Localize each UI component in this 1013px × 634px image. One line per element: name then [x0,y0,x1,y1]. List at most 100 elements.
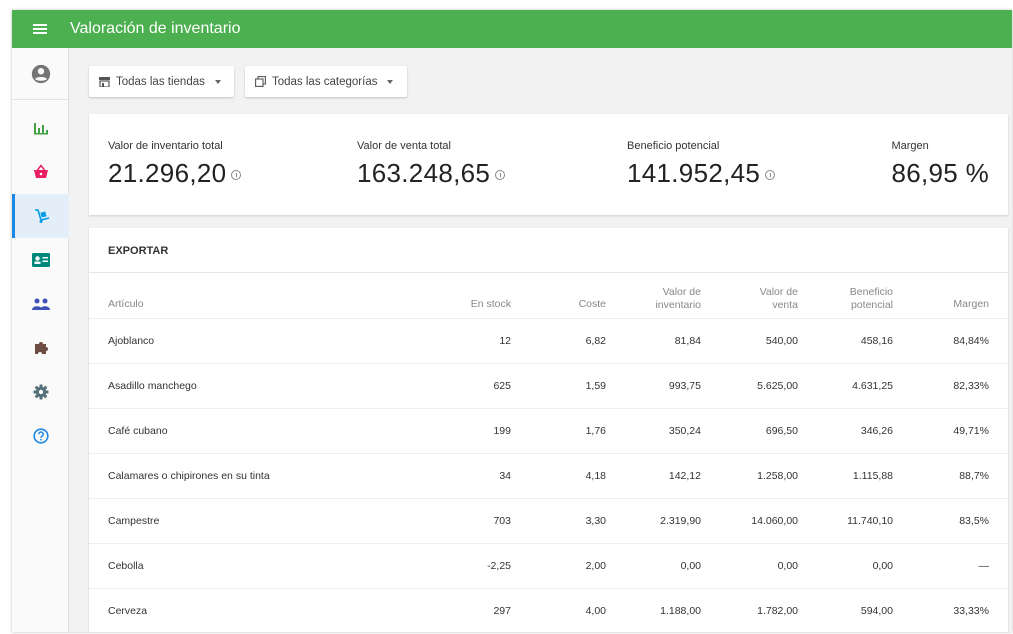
sidebar-item-settings[interactable] [12,370,69,414]
margin-total: 86,95 % [891,158,989,188]
table-row[interactable]: Asadillo manchego 625 1,59 993,75 5.625,00 4.… [89,363,1008,408]
sidebar-item-account[interactable] [12,48,69,100]
sidebar-item-reports[interactable] [12,106,69,150]
header-profit[interactable]: Beneficio potencial [809,286,893,312]
cell-profit: 346,26 [860,425,893,437]
inventory-value-stat: Valor de inventario total 21.296,20 [108,140,242,189]
profit-label: Beneficio potencial [627,140,720,152]
cell-margin: 83,5% [959,515,989,527]
cell-item-name: Campestre [108,515,160,527]
cell-item-name: Asadillo manchego [108,380,197,392]
cell-stock: 625 [493,380,511,392]
sale-value-total: 163.248,65 [357,158,491,188]
header-sale-value-line2: venta [772,299,798,311]
profit-total: 141.952,45 [627,158,761,188]
sidebar-item-inventory[interactable] [12,194,69,238]
cell-margin: 84,84% [953,335,989,347]
cell-cost: 2,00 [585,560,606,572]
dolly-inventory-icon [35,209,50,223]
margin-label: Margen [891,140,929,152]
export-button[interactable]: EXPORTAR [108,245,168,257]
shopping-basket-icon [33,164,48,178]
cell-inventory-value: 0,00 [680,560,701,572]
copy-categories-icon [255,76,266,87]
header-item[interactable]: Artículo [108,298,144,311]
table-row[interactable]: Campestre 703 3,30 2.319,90 14.060,00 11.740,… [89,498,1008,543]
header-inventory-value-line1: Valor de [662,286,701,298]
store-filter-label: Todas las tiendas [116,75,205,88]
header-stock[interactable]: En stock [449,298,511,311]
chevron-down-icon [214,79,221,84]
cell-item-name: Cebolla [108,560,144,572]
info-icon[interactable] [765,169,776,180]
sidebar-item-help[interactable] [12,414,69,458]
cell-margin: — [978,560,990,572]
cell-margin: 82,33% [953,380,989,392]
table-row[interactable]: Café cubano 199 1,76 350,24 696,50 346,26 49,7… [89,408,1008,453]
cell-margin: 49,71% [953,425,989,437]
cell-inventory-value: 142,12 [668,470,701,482]
cell-stock: -2,25 [487,560,511,572]
cell-sale-value: 14.060,00 [751,515,798,527]
cell-margin: 33,33% [953,605,989,617]
inventory-value-label: Valor de inventario total [108,140,223,152]
cell-profit: 594,00 [860,605,893,617]
chevron-down-icon [387,79,394,84]
help-circle-icon [32,428,49,444]
table-row[interactable]: Cerveza 297 4,00 1.188,00 1.782,00 594,00 33,3… [89,588,1008,632]
table-row[interactable]: Cebolla -2,25 2,00 0,00 0,00 0,00 — [89,543,1008,588]
cell-item-name: Ajoblanco [108,335,155,347]
hamburger-menu-icon [33,24,47,34]
bar-chart-icon [33,123,48,135]
cell-sale-value: 5.625,00 [757,380,798,392]
cell-sale-value: 1.782,00 [757,605,798,617]
cell-sale-value: 1.258,00 [757,470,798,482]
header-cost[interactable]: Coste [549,298,606,311]
table-row[interactable]: Ajoblanco 12 6,82 81,84 540,00 458,16 84,84% [89,318,1008,363]
sidebar-item-integrations[interactable] [12,326,69,370]
account-circle-icon [31,64,50,83]
info-icon[interactable] [495,169,506,180]
id-card-icon [31,253,50,267]
cell-cost: 1,59 [585,380,606,392]
summary-card: Valor de inventario total 21.296,20 Valo… [89,114,1008,215]
cell-margin: 88,7% [959,470,989,482]
cell-profit: 1.115,88 [852,470,893,482]
cell-inventory-value: 993,75 [668,380,701,392]
header-inventory-value-line2: inventario [655,299,701,311]
puzzle-icon [34,342,48,354]
cell-inventory-value: 1.188,00 [660,605,701,617]
cell-inventory-value: 350,24 [668,425,701,437]
sidebar-item-sales[interactable] [12,150,69,194]
header-margin[interactable]: Margen [909,298,989,311]
cell-item-name: Calamares o chipirones en su tinta [108,470,270,482]
page-title: Valoración de inventario [70,20,241,37]
sidebar-item-customers[interactable] [12,238,69,282]
header-profit-line1: Beneficio [849,286,893,298]
app-window: Valoración de inventario Todas las tiend… [12,10,1012,632]
cell-cost: 1,76 [585,425,606,437]
gear-icon [33,384,48,400]
info-icon[interactable] [231,169,242,180]
cell-profit: 0,00 [872,560,893,572]
cell-profit: 458,16 [860,335,893,347]
people-icon [31,298,50,310]
cell-inventory-value: 2.319,90 [660,515,701,527]
store-filter-dropdown[interactable]: Todas las tiendas [89,66,234,97]
sidebar-item-employees[interactable] [12,282,69,326]
cell-cost: 6,82 [585,335,606,347]
cell-profit: 11.740,10 [847,515,893,527]
category-filter-label: Todas las categorías [272,75,378,88]
table-row[interactable]: Calamares o chipirones en su tinta 34 4,18… [89,453,1008,498]
header-inventory-value[interactable]: Valor de inventario [629,286,701,312]
profit-stat: Beneficio potencial 141.952,45 [627,140,776,189]
category-filter-dropdown[interactable]: Todas las categorías [245,66,407,97]
cell-item-name: Café cubano [108,425,168,437]
header-sale-value-line1: Valor de [759,286,798,298]
cell-sale-value: 540,00 [765,335,798,347]
cell-inventory-value: 81,84 [674,335,701,347]
menu-button[interactable] [12,10,68,48]
divider [89,272,1008,273]
cell-sale-value: 0,00 [777,560,798,572]
header-sale-value[interactable]: Valor de venta [719,286,798,312]
